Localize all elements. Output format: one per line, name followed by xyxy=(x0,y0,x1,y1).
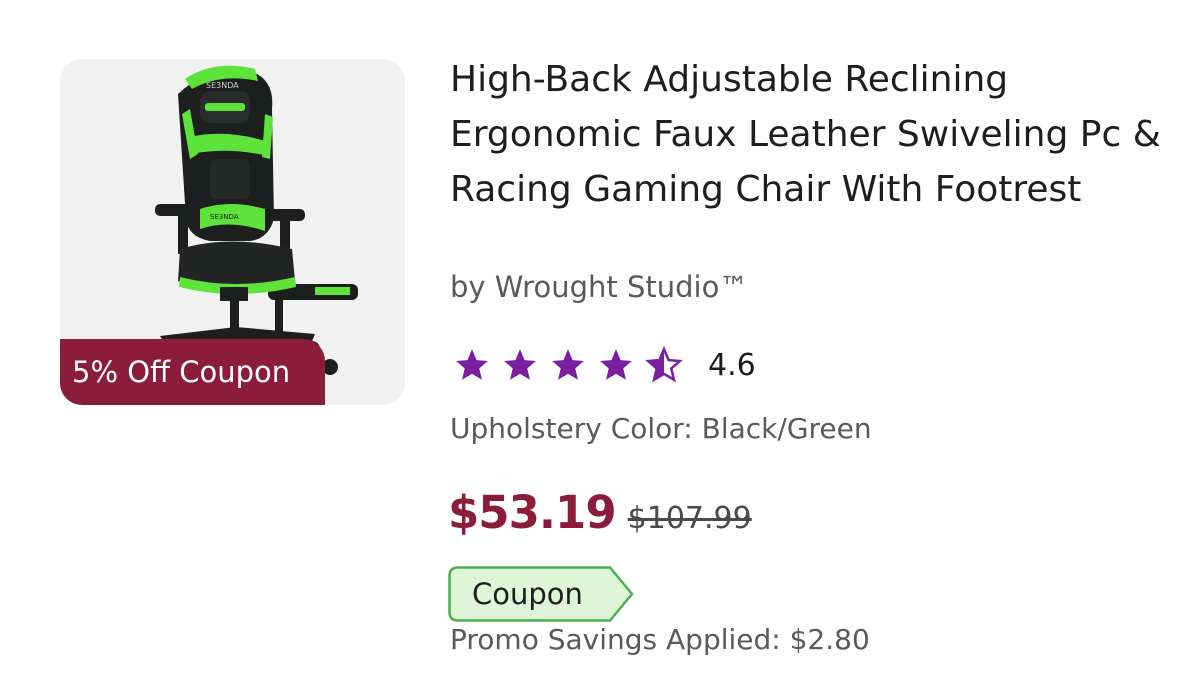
coupon-tag[interactable]: Coupon xyxy=(448,566,634,622)
svg-text:SE3NDA: SE3NDA xyxy=(210,213,239,221)
upholstery-color: Upholstery Color: Black/Green xyxy=(450,412,872,445)
sale-price: $53.19 xyxy=(448,486,617,539)
rating-stars xyxy=(452,346,684,384)
rating-value: 4.6 xyxy=(708,347,756,383)
rating[interactable]: 4.6 xyxy=(452,340,756,390)
star-full-icon xyxy=(548,346,588,384)
star-full-icon xyxy=(500,346,540,384)
promo-savings: Promo Savings Applied: $2.80 xyxy=(450,623,870,656)
list-price: $107.99 xyxy=(627,501,752,536)
star-full-icon xyxy=(452,346,492,384)
brand-name[interactable]: by Wrought Studio™ xyxy=(450,270,748,304)
svg-text:SE3NDA: SE3NDA xyxy=(206,81,239,90)
coupon-tag-label: Coupon xyxy=(472,577,583,611)
product-card[interactable]: SE3NDA SE3NDA 5% Off Coupon High-Back Ad… xyxy=(0,0,1200,685)
price-row: $53.19 $107.99 xyxy=(448,486,752,539)
star-full-icon xyxy=(596,346,636,384)
product-title[interactable]: High-Back Adjustable Reclining Ergonomic… xyxy=(450,52,1170,217)
star-half-icon xyxy=(644,346,684,384)
coupon-discount-badge: 5% Off Coupon xyxy=(60,339,325,405)
